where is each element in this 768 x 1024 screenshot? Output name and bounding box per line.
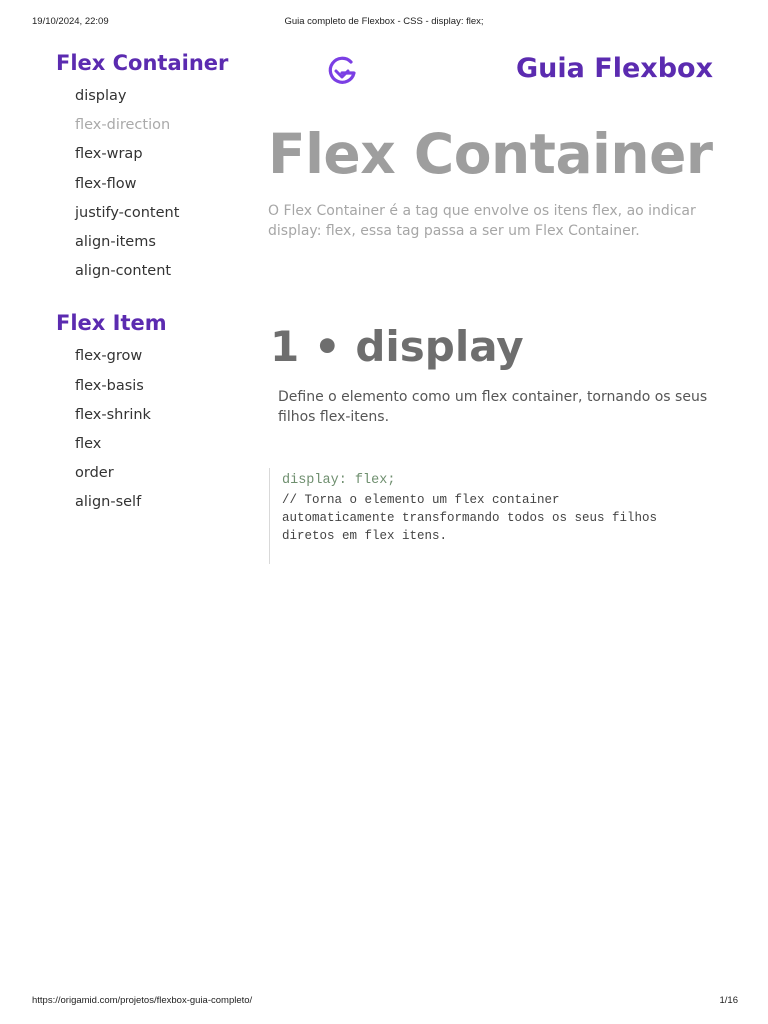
sidebar-item-flex[interactable]: flex [75, 430, 256, 459]
print-title: Guia completo de Flexbox - CSS - display… [284, 16, 484, 27]
sidebar-item-justify-content[interactable]: justify-content [75, 199, 256, 228]
print-url: https://origamid.com/projetos/flexbox-gu… [32, 995, 253, 1006]
code-comment: // Torna o elemento um flex container au… [282, 493, 658, 543]
section-description: Define o elemento como um flex container… [278, 389, 708, 425]
code-line: display: flex; [282, 473, 396, 488]
sidebar-item-flex-direction[interactable]: flex-direction [75, 111, 256, 140]
sidebar-item-display[interactable]: display [75, 82, 256, 111]
sidebar-item-flex-grow[interactable]: flex-grow [75, 342, 256, 371]
sidebar-item-flex-shrink[interactable]: flex-shrink [75, 401, 256, 430]
print-page-number: 1/16 [719, 995, 739, 1006]
sidebar-item-align-items[interactable]: align-items [75, 228, 256, 257]
sidebar-nav: Flex Container display flex-direction fl… [56, 48, 256, 518]
sidebar-item-flex-flow[interactable]: flex-flow [75, 170, 256, 199]
page-title: Flex Container [268, 122, 713, 186]
sidebar-item-flex-basis[interactable]: flex-basis [75, 372, 256, 401]
nav-heading-flex-container[interactable]: Flex Container [56, 48, 256, 78]
sidebar-item-align-self[interactable]: align-self [75, 488, 256, 517]
brand-title[interactable]: Guia Flexbox [516, 53, 713, 84]
section-title: 1 • display [270, 322, 524, 371]
nav-heading-flex-item[interactable]: Flex Item [56, 308, 256, 338]
sidebar-item-order[interactable]: order [75, 459, 256, 488]
flex-item-list: flex-grow flex-basis flex-shrink flex or… [75, 342, 256, 517]
origamid-logo-icon[interactable] [326, 56, 358, 86]
page-description: O Flex Container é a tag que envolve os … [268, 203, 696, 239]
code-block: display: flex; // Torna o elemento um fl… [269, 468, 719, 564]
sidebar-item-flex-wrap[interactable]: flex-wrap [75, 140, 256, 169]
sidebar-item-align-content[interactable]: align-content [75, 257, 256, 286]
flex-container-list: display flex-direction flex-wrap flex-fl… [75, 82, 256, 286]
